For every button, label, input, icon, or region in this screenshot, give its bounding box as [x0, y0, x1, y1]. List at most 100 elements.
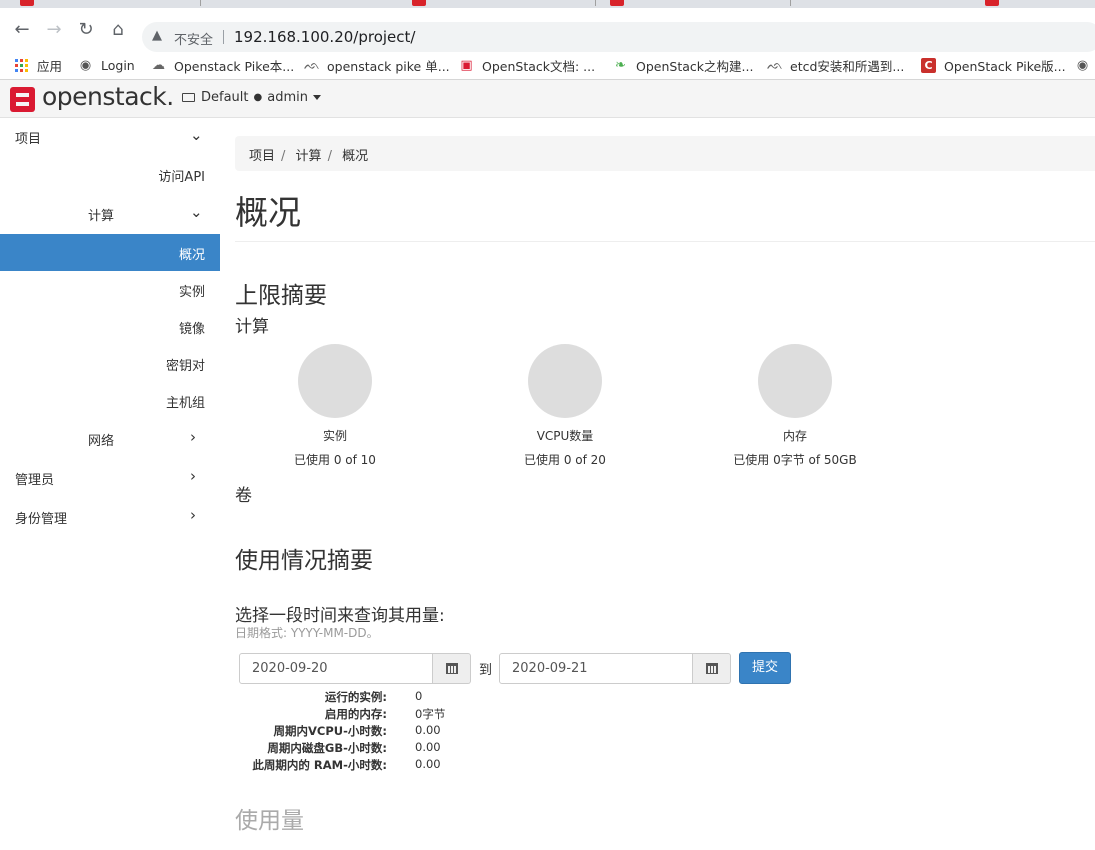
stat-key: 启用的内存: — [324, 707, 387, 721]
bookmark-label: 应用 — [37, 58, 63, 74]
openstack-icon: ▣ — [460, 57, 473, 73]
apps-grid-icon — [15, 58, 28, 72]
sidebar-item-instances[interactable]: 实例 — [0, 271, 220, 308]
bookmark-label: etcd安装和所遇到... — [790, 58, 905, 74]
pie-usage-instances: 已使用 0 of 10 — [294, 453, 376, 467]
breadcrumb-separator: / — [327, 149, 332, 164]
sidebar-item-network[interactable]: 网络 › — [0, 420, 220, 457]
tab-favicon-icon[interactable] — [985, 0, 999, 6]
sidebar-item-label: 项目 — [15, 132, 42, 147]
submit-button[interactable]: 提交 — [739, 652, 791, 684]
caret-down-icon — [312, 95, 321, 100]
sidebar-item-overview[interactable]: 概况 — [0, 234, 220, 271]
home-icon[interactable]: ⌂ — [108, 20, 128, 40]
tab-separator — [595, 0, 596, 6]
tab-favicon-icon[interactable] — [20, 0, 34, 6]
chevron-down-icon: ⌄ — [190, 126, 203, 144]
sidebar-item-label: 主机组 — [165, 396, 205, 411]
bookmark-label: Openstack Pike本... — [174, 58, 295, 74]
bookmark-openstack-pike[interactable]: ☁ Openstack Pike本... — [151, 54, 294, 76]
calendar-icon — [445, 663, 458, 674]
browser-toolbar: ← → ↻ ⌂ ▲ 不安全 192.168.100.20/project/ — [0, 8, 1095, 52]
bookmark-icon: ᨒ — [304, 57, 321, 73]
sidebar-item-label: 概况 — [178, 248, 205, 263]
usage-heading: 使用量 — [235, 808, 304, 834]
pie-usage-vcpu: 已使用 0 of 20 — [524, 453, 606, 467]
bookmark-login[interactable]: ◉ Login — [78, 54, 135, 76]
sidebar-item-api-access[interactable]: 访问API — [0, 156, 220, 193]
sidebar-item-label: 管理员 — [15, 473, 55, 488]
bookmark-label: OpenStack文档: ... — [482, 58, 596, 74]
breadcrumb-item-compute[interactable]: 计算 — [296, 149, 322, 164]
end-date-group — [499, 653, 731, 684]
sidebar-item-label: 身份管理 — [15, 512, 68, 527]
bookmark-openstack-build[interactable]: ❧ OpenStack之构建... — [613, 54, 753, 76]
bookmark-apps[interactable]: 应用 — [15, 54, 62, 76]
pie-usage-memory: 已使用 0字节 of 50GB — [733, 453, 857, 467]
memory-pie-chart — [758, 344, 832, 418]
stat-value: 0.00 — [415, 757, 441, 771]
warning-icon: ▲ — [152, 28, 162, 43]
globe-icon: ◉ — [1076, 57, 1089, 73]
bookmarks-bar: 应用 ◉ Login ☁ Openstack Pike本... ᨒ openst… — [0, 52, 1095, 80]
title-divider — [235, 241, 1095, 242]
openstack-logo-text[interactable]: openstack. — [42, 82, 174, 111]
browser-tab-strip — [0, 0, 1095, 8]
stat-key: 运行的实例: — [324, 690, 387, 704]
url-text[interactable]: 192.168.100.20/project/ — [234, 28, 415, 46]
page-title: 概况 — [235, 193, 301, 232]
limit-summary-heading: 上限摘要 — [235, 283, 327, 309]
tab-favicon-icon[interactable] — [610, 0, 624, 6]
stat-disk-gb-hours: 周期内磁盘GB-小时数: 0.00 — [235, 740, 635, 757]
sidebar-item-admin[interactable]: 管理员 › — [0, 459, 220, 496]
stat-key: 周期内VCPU-小时数: — [273, 724, 387, 738]
chevron-down-icon: ⌄ — [190, 203, 203, 221]
sidebar-item-images[interactable]: 镜像 — [0, 308, 220, 345]
breadcrumb-item-overview: 概况 — [342, 149, 369, 164]
openstack-header: openstack. Default ● admin — [0, 80, 1095, 118]
stat-vcpu-hours: 周期内VCPU-小时数: 0.00 — [235, 723, 635, 740]
tab-separator — [200, 0, 201, 6]
sidebar-item-compute[interactable]: 计算 ⌄ — [0, 195, 220, 232]
sidebar-item-identity[interactable]: 身份管理 › — [0, 498, 220, 535]
reload-icon[interactable]: ↻ — [76, 20, 96, 40]
bookmark-openstack-pike-version[interactable]: C OpenStack Pike版... — [921, 54, 1066, 76]
sidebar-item-key-pairs[interactable]: 密钥对 — [0, 345, 220, 382]
sidebar-item-server-groups[interactable]: 主机组 — [0, 382, 220, 419]
tab-favicon-icon[interactable] — [412, 0, 426, 6]
breadcrumb-item-project[interactable]: 项目 — [249, 149, 275, 164]
instances-pie-chart — [298, 344, 372, 418]
bookmark-label: openstack pike 单... — [327, 58, 450, 74]
openstack-logo-icon[interactable] — [10, 87, 35, 112]
stat-value: 0字节 — [415, 707, 446, 721]
project-selector[interactable]: Default ● admin — [182, 90, 321, 105]
date-format-hint: 日期格式: YYYY-MM-DD。 — [235, 626, 379, 640]
forward-arrow-icon[interactable]: → — [44, 20, 64, 40]
bookmark-more[interactable]: ◉ — [1075, 54, 1095, 76]
to-label: 到 — [479, 663, 493, 678]
start-date-calendar-button[interactable] — [433, 653, 471, 684]
bookmark-openstack-pike-single[interactable]: ᨒ openstack pike 单... — [304, 54, 450, 76]
bookmark-icon: ᨒ — [767, 57, 784, 73]
pie-label-instances: 实例 — [322, 429, 347, 443]
sidebar-item-project[interactable]: 项目 ⌄ — [0, 118, 220, 155]
end-date-input[interactable] — [499, 653, 693, 684]
project-name: admin — [267, 90, 308, 105]
stat-running-instances: 运行的实例: 0 — [235, 689, 635, 706]
start-date-input[interactable] — [239, 653, 433, 684]
end-date-calendar-button[interactable] — [693, 653, 731, 684]
domain-name: Default — [201, 90, 249, 105]
volume-heading: 卷 — [235, 486, 252, 506]
back-arrow-icon[interactable]: ← — [12, 20, 32, 40]
stat-value: 0.00 — [415, 740, 441, 754]
sidebar-item-label: 实例 — [178, 285, 205, 300]
bookmark-etcd[interactable]: ᨒ etcd安装和所遇到... — [767, 54, 904, 76]
bookmark-openstack-docs[interactable]: ▣ OpenStack文档: ... — [459, 54, 595, 76]
bookmark-label: Login — [101, 57, 135, 73]
insecure-label: 不安全 — [174, 33, 214, 48]
chevron-right-icon: › — [190, 506, 196, 524]
stat-key: 周期内磁盘GB-小时数: — [267, 741, 387, 755]
sidebar: 项目 ⌄ 访问API 计算 ⌄ 概况 实例 镜像 密钥对 主机组 网络 › 管理… — [0, 118, 220, 850]
vcpu-pie-chart — [528, 344, 602, 418]
address-bar[interactable]: ▲ 不安全 192.168.100.20/project/ — [142, 22, 1095, 52]
